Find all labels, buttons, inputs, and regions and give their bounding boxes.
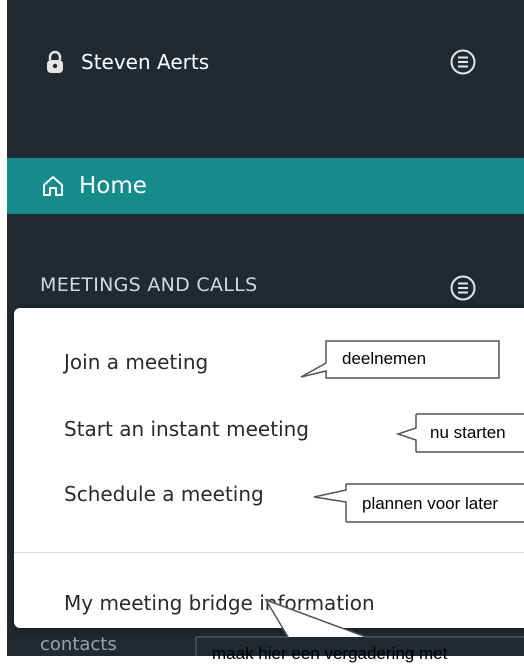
callout-bridge-text: maak hier een vergadering met: [212, 644, 448, 663]
callout-instant-text: nu starten: [430, 423, 506, 442]
callout-join-text: deelnemen: [342, 349, 427, 368]
callout-schedule-text: plannen voor later: [362, 494, 499, 513]
annotation-callouts: [195, 340, 524, 656]
